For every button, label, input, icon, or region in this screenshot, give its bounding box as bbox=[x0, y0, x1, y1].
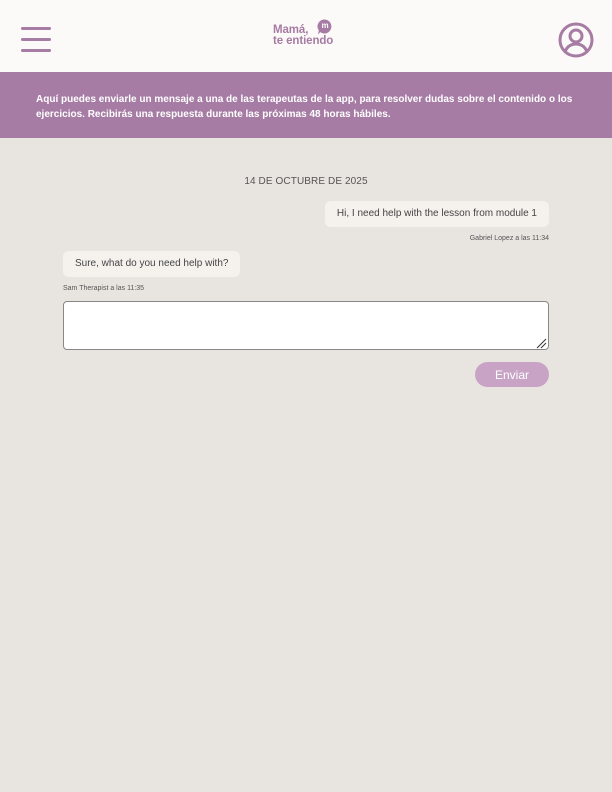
app-header: Mamá, te entiendo m bbox=[0, 0, 612, 72]
resize-handle-icon[interactable] bbox=[535, 336, 547, 349]
hamburger-menu-icon[interactable] bbox=[21, 25, 52, 53]
logo-line-2: te entiendo bbox=[273, 35, 334, 47]
logo-bubble-letter: m bbox=[321, 21, 329, 30]
info-banner-text: Aquí puedes enviarle un mensaje a una de… bbox=[36, 94, 573, 120]
chat-date-separator: 14 DE OCTUBRE DE 2025 bbox=[244, 176, 368, 187]
speech-bubble-icon: m bbox=[317, 19, 333, 35]
user-profile-icon[interactable] bbox=[558, 22, 594, 58]
info-banner: Aquí puedes enviarle un mensaje a una de… bbox=[0, 72, 612, 138]
message-input[interactable] bbox=[63, 301, 549, 350]
outgoing-message-bubble: Hi, I need help with the lesson from mod… bbox=[324, 201, 549, 227]
incoming-message-meta: Sam Therapist a las 11:35 bbox=[63, 285, 145, 292]
app-logo[interactable]: Mamá, te entiendo m bbox=[272, 18, 344, 52]
incoming-message-bubble: Sure, what do you need help with? bbox=[63, 251, 241, 277]
send-button[interactable]: Enviar bbox=[475, 362, 549, 387]
outgoing-message-meta: Gabriel Lopez a las 11:34 bbox=[469, 235, 549, 242]
